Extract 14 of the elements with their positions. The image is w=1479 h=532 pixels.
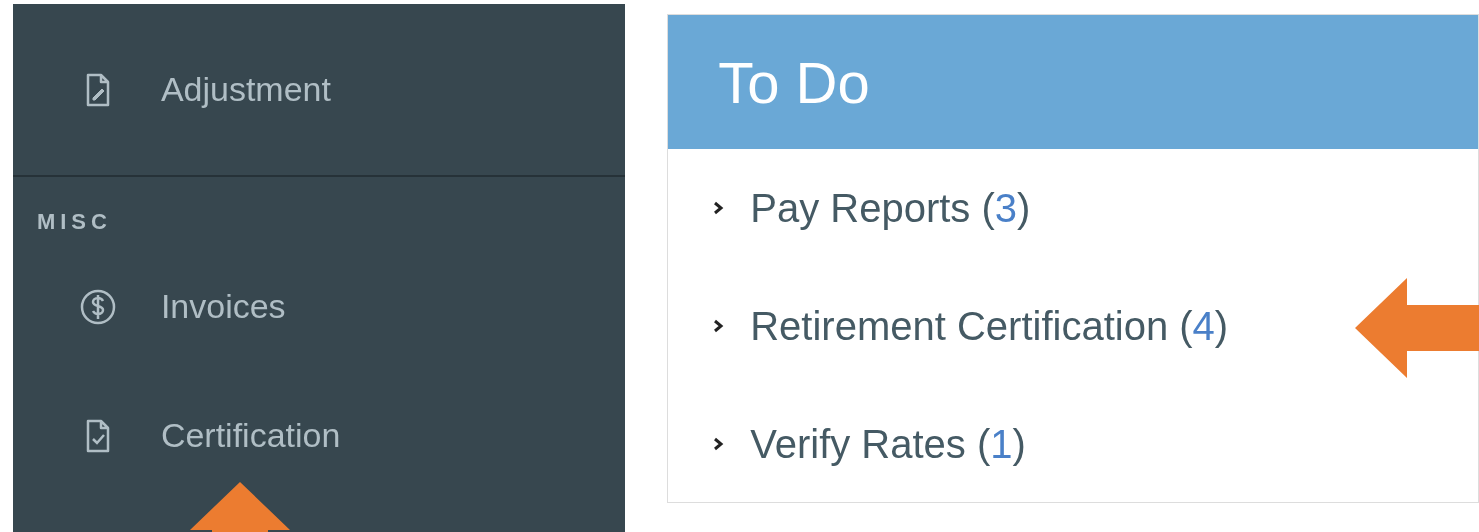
sidebar-item[interactable]: Invoices <box>12 281 286 332</box>
chevron-right-icon <box>712 436 725 452</box>
chevron-right-icon <box>712 200 725 216</box>
todo-item[interactable]: Retirement Certification (4) <box>712 297 1229 355</box>
panel-title: To Do <box>718 48 870 117</box>
dollar-circle-icon <box>78 287 117 326</box>
file-check-icon <box>84 418 111 453</box>
chevron-right-icon <box>712 318 725 334</box>
section-heading: MISC <box>35 208 112 236</box>
sidebar-item[interactable]: Adjustment <box>12 64 331 115</box>
sidebar-item[interactable]: Certification <box>12 410 341 461</box>
todo-item[interactable]: Pay Reports (3) <box>712 179 1031 237</box>
todo-item[interactable]: Verify Rates (1) <box>712 415 1026 473</box>
file-pencil-icon <box>84 72 111 107</box>
